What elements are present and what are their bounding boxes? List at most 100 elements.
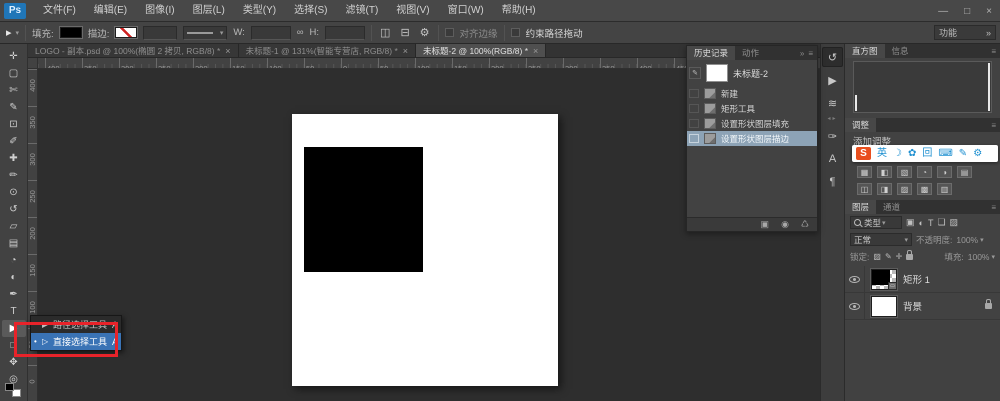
- menu-help[interactable]: 帮助(H): [493, 0, 545, 22]
- history-panel-icon[interactable]: ↺: [822, 47, 843, 67]
- adjustment-icon[interactable]: ◫: [857, 183, 872, 195]
- ime-emoji-icon[interactable]: ✿: [908, 149, 916, 159]
- fill-swatch[interactable]: [60, 27, 82, 38]
- close-icon[interactable]: ×: [225, 46, 230, 56]
- move-tool[interactable]: ✛: [2, 48, 26, 65]
- sogou-logo-icon[interactable]: S: [856, 147, 871, 160]
- tool-presets-panel-icon[interactable]: ✑: [822, 126, 843, 146]
- new-doc-from-state-icon[interactable]: ▣: [761, 219, 770, 230]
- lasso-tool[interactable]: ✄: [2, 82, 26, 99]
- adjustment-icon[interactable]: ◔: [917, 166, 932, 178]
- ime-settings-icon[interactable]: ⚙: [973, 149, 982, 159]
- paragraph-panel-icon[interactable]: ¶: [822, 172, 843, 192]
- lock-position-icon[interactable]: ✛: [896, 252, 903, 261]
- ime-handwriting-icon[interactable]: ✎: [959, 149, 967, 159]
- layer-thumbnail[interactable]: ▭: [871, 269, 897, 290]
- filter-shape-layers-icon[interactable]: ❏: [937, 217, 945, 228]
- history-snapshot-row[interactable]: ✎ 未标题-2: [687, 60, 817, 86]
- quick-selection-tool[interactable]: ✎: [2, 99, 26, 116]
- history-entry[interactable]: 新建: [687, 86, 817, 101]
- brush-tool[interactable]: ✏: [2, 167, 26, 184]
- fill-value[interactable]: 100%: [968, 252, 990, 262]
- menu-filter[interactable]: 滤镜(T): [337, 0, 388, 22]
- eraser-tool[interactable]: ▱: [2, 218, 26, 235]
- lock-transparent-pixels-icon[interactable]: ▨: [873, 252, 881, 261]
- stroke-type-select[interactable]: ▾: [183, 26, 227, 40]
- history-entry[interactable]: 设置形状图层填充: [687, 116, 817, 131]
- eyedropper-tool[interactable]: ✐: [2, 133, 26, 150]
- history-source-toggle[interactable]: ✎: [689, 67, 701, 79]
- healing-brush-tool[interactable]: ✚: [2, 150, 26, 167]
- filter-adjustment-layers-icon[interactable]: ◐: [919, 218, 924, 228]
- filter-type-layers-icon[interactable]: T: [928, 218, 934, 228]
- foreground-color-swatch[interactable]: [5, 383, 14, 391]
- close-icon[interactable]: ×: [403, 46, 408, 56]
- ime-keyboard-icon[interactable]: ⌨: [938, 149, 952, 159]
- blur-tool[interactable]: ◔: [2, 252, 26, 269]
- adjustment-icon[interactable]: ▥: [937, 183, 952, 195]
- collapse-panel-icon[interactable]: »: [800, 49, 804, 58]
- lock-all-icon[interactable]: [906, 254, 913, 260]
- actions-panel-icon[interactable]: ▶: [822, 70, 843, 90]
- history-entry-selected[interactable]: 设置形状图层描边: [687, 131, 817, 146]
- tab-layers[interactable]: 图层: [845, 200, 876, 214]
- align-edges-checkbox[interactable]: [445, 28, 454, 37]
- adjustment-icon[interactable]: ▧: [897, 166, 912, 178]
- adjustment-icon[interactable]: ▨: [897, 183, 912, 195]
- constrain-path-checkbox[interactable]: [511, 28, 520, 37]
- blend-mode-select[interactable]: 正常 ▾: [850, 233, 912, 246]
- clone-stamp-tool[interactable]: ⊙: [2, 184, 26, 201]
- tool-preset-caret-icon[interactable]: ▾: [16, 29, 20, 37]
- menu-layer[interactable]: 图层(L): [184, 0, 234, 22]
- pen-tool[interactable]: ✒: [2, 286, 26, 303]
- filter-pixel-layers-icon[interactable]: ▣: [906, 217, 915, 228]
- filter-smart-objects-icon[interactable]: ▨: [950, 217, 959, 228]
- ime-fullwidth-icon[interactable]: 回: [922, 149, 932, 159]
- menu-type[interactable]: 类型(Y): [234, 0, 285, 22]
- workspace-switcher[interactable]: 功能 »: [934, 25, 996, 40]
- menu-image[interactable]: 图像(I): [136, 0, 183, 22]
- adjustment-icon[interactable]: ▩: [917, 183, 932, 195]
- flyout-item-direct-selection[interactable]: • ▷ 直接选择工具 A: [31, 333, 121, 350]
- panel-menu-icon[interactable]: ≡: [991, 203, 996, 212]
- history-entry[interactable]: 矩形工具: [687, 101, 817, 116]
- layer-name[interactable]: 矩形 1: [903, 272, 930, 286]
- tab-actions[interactable]: 动作: [735, 46, 766, 60]
- opacity-value[interactable]: 100%: [956, 235, 978, 245]
- menu-file[interactable]: 文件(F): [34, 0, 85, 22]
- stroke-swatch[interactable]: [115, 27, 137, 38]
- layer-visibility-eye-icon[interactable]: [849, 303, 860, 310]
- history-brush-tool[interactable]: ↺: [2, 201, 26, 218]
- menu-view[interactable]: 视图(V): [387, 0, 438, 22]
- panel-menu-icon[interactable]: ≡: [991, 47, 996, 56]
- delete-state-icon[interactable]: ♺: [801, 219, 809, 230]
- path-operations-button[interactable]: ◫: [378, 26, 392, 39]
- path-selection-tool[interactable]: ▶: [2, 320, 26, 337]
- height-input[interactable]: [325, 26, 365, 40]
- black-rectangle-shape[interactable]: [304, 147, 423, 272]
- dock-splitter[interactable]: ◂▸: [821, 115, 844, 123]
- close-button[interactable]: ×: [986, 6, 992, 17]
- flyout-item-path-selection[interactable]: ▶ 路径选择工具 A: [31, 316, 121, 333]
- tab-channels[interactable]: 通道: [876, 200, 907, 214]
- panel-menu-icon[interactable]: ≡: [991, 121, 996, 130]
- layer-row-background[interactable]: 背景: [845, 293, 1000, 320]
- document-tab-2[interactable]: 未标题-1 @ 131%(智能专营店, RGB/8) * ×: [239, 44, 416, 57]
- type-tool[interactable]: T: [2, 303, 26, 320]
- adjustment-icon[interactable]: ◑: [937, 166, 952, 178]
- path-alignment-button[interactable]: ⊟: [398, 26, 411, 39]
- gradient-tool[interactable]: ▤: [2, 235, 26, 252]
- menu-window[interactable]: 窗口(W): [439, 0, 493, 22]
- hand-tool[interactable]: ✥: [2, 354, 26, 371]
- lock-image-pixels-icon[interactable]: ✎: [885, 252, 892, 261]
- link-dimensions-icon[interactable]: ∞: [297, 27, 304, 38]
- new-snapshot-icon[interactable]: ◉: [781, 219, 789, 230]
- document-canvas[interactable]: [292, 114, 558, 386]
- document-tab-3-active[interactable]: 未标题-2 @ 100%(RGB/8) * ×: [416, 44, 546, 57]
- layer-name[interactable]: 背景: [903, 299, 922, 313]
- ime-lang-toggle-icon[interactable]: 英: [877, 149, 887, 159]
- adjustment-icon[interactable]: ◧: [877, 166, 892, 178]
- character-panel-icon[interactable]: A: [822, 149, 843, 169]
- adjustment-icon[interactable]: ▤: [957, 166, 972, 178]
- document-tab-1[interactable]: LOGO - 副本.psd @ 100%(椭圆 2 拷贝, RGB/8) * ×: [28, 44, 239, 57]
